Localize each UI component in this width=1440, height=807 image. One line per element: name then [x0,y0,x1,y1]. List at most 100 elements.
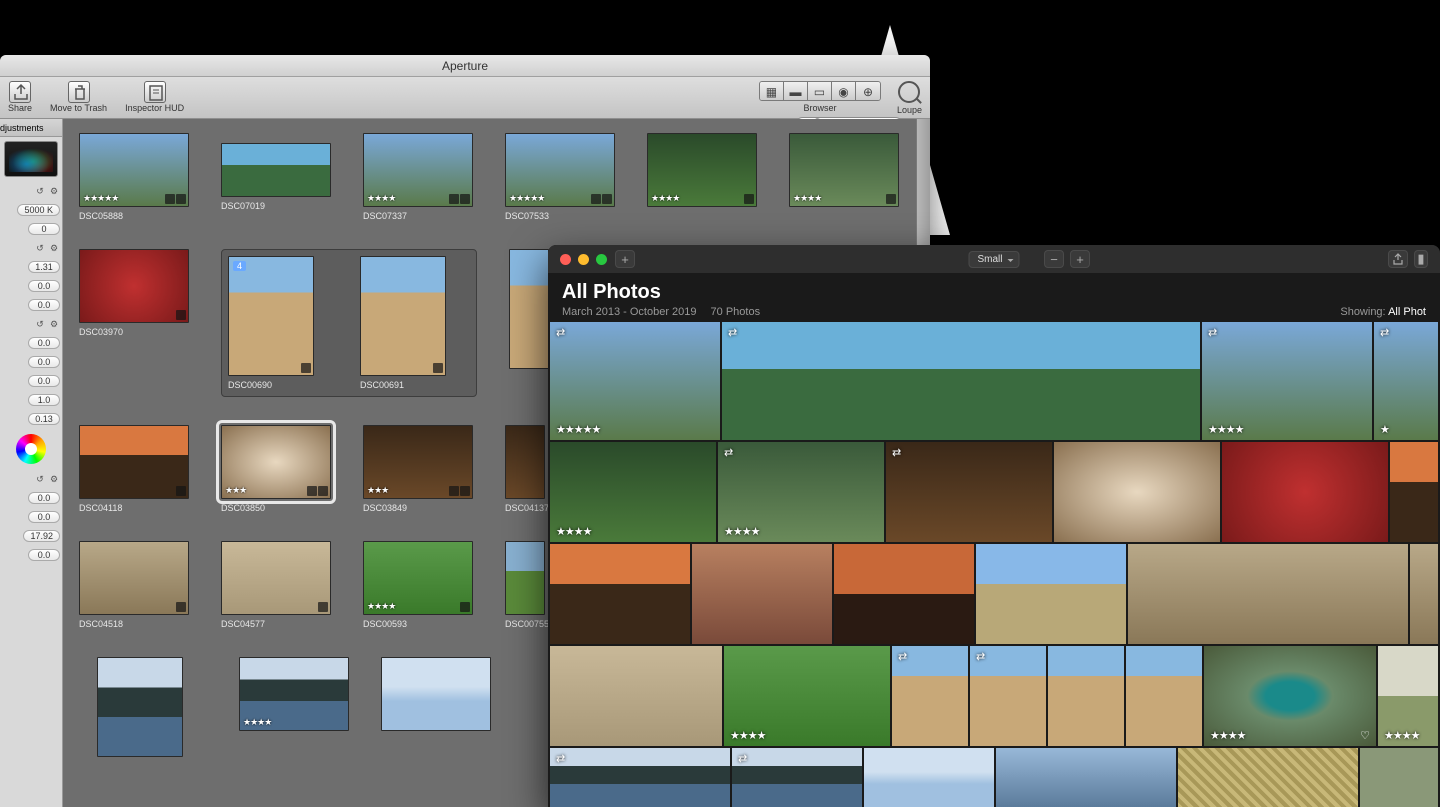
photo-cell[interactable]: ⇄★ [1374,322,1438,440]
zoom-icon[interactable] [596,254,607,265]
photo-cell[interactable] [1128,544,1408,644]
reset-icon[interactable]: ↺ [34,318,46,330]
adj-value[interactable]: 0.0 [28,337,60,349]
gear-icon[interactable]: ⚙ [48,318,60,330]
adjustments-icon: ⇄ [898,650,907,663]
photo-cell[interactable]: ⇄ [892,646,968,746]
adj-value[interactable]: 0 [28,223,60,235]
thumbnail[interactable]: DSC04577 [221,541,331,629]
photo-cell[interactable] [692,544,832,644]
thumbnail[interactable]: ★★★★★DSC07533 [505,133,615,221]
color-wheel[interactable] [16,434,46,464]
photo-cell[interactable] [1178,748,1358,807]
photo-cell[interactable]: ⇄ [732,748,862,807]
filter-status[interactable]: Showing: All Phot [1340,306,1426,318]
thumbnail[interactable]: DSC03970 [79,249,189,337]
add-button[interactable]: + [615,250,635,268]
photo-cell[interactable] [1390,442,1438,542]
favorite-icon[interactable]: ♡ [1360,729,1370,742]
photo-cell[interactable]: ★★★★ [724,646,890,746]
photo-cell[interactable]: ★★★★ [550,442,716,542]
browser-view-segmented[interactable]: ▦ ▬ ▭ ◉ ⊕ [759,81,881,101]
adj-value[interactable]: 0.0 [28,549,60,561]
photo-cell[interactable] [996,748,1176,807]
adj-value[interactable]: 17.92 [23,530,60,542]
share-button[interactable] [1388,250,1408,268]
photo-cell[interactable] [550,544,690,644]
gear-icon[interactable]: ⚙ [48,242,60,254]
photo-cell[interactable] [1054,442,1220,542]
adj-value[interactable]: 0.0 [28,280,60,292]
thumbnail[interactable]: ★★★★DSC00593 [363,541,473,629]
thumbnail[interactable]: ★★★DSC03849 [363,425,473,513]
photo-cell[interactable]: ⇄★★★★★ [550,322,720,440]
photo-cell[interactable]: ⇄★★★★ [718,442,884,542]
adj-value[interactable]: 0.0 [28,299,60,311]
inspector-icon [144,81,166,103]
close-icon[interactable] [560,254,571,265]
thumbnail-stack[interactable]: 4DSC00690 DSC00691 [221,249,477,397]
reset-icon[interactable]: ↺ [34,242,46,254]
filmstrip-view-icon[interactable]: ▬ [784,82,808,101]
share-button[interactable]: Share [8,81,32,113]
photo-cell[interactable] [976,544,1126,644]
thumbnail-selected[interactable]: ★★★DSC03850 [221,425,331,513]
places-view-icon[interactable]: ⊕ [856,82,880,101]
photo-cell[interactable] [1222,442,1388,542]
inspector-hud-button[interactable]: Inspector HUD [125,81,184,113]
adj-value[interactable]: 0.0 [28,492,60,504]
adj-value[interactable]: 1.0 [28,394,60,406]
thumbnail[interactable]: DSC04518 [79,541,189,629]
thumbnail[interactable]: ★★★★★DSC05888 [79,133,189,221]
adj-value[interactable]: 1.31 [28,261,60,273]
grid-view-icon[interactable]: ▦ [760,82,784,101]
minimize-icon[interactable] [578,254,589,265]
photos-grid[interactable]: ⇄★★★★★ ⇄ ⇄★★★★ ⇄★ ★★★★ ⇄★★★★ ⇄ ★★★★ ⇄ ⇄ [548,322,1440,807]
photo-cell[interactable]: ⇄★★★★ [1202,322,1372,440]
adj-value[interactable]: 5000 K [17,204,60,216]
loupe-button[interactable]: Loupe [897,81,922,115]
split-view-icon[interactable]: ▭ [808,82,832,101]
reset-icon[interactable]: ↺ [34,185,46,197]
move-to-trash-button[interactable]: Move to Trash [50,81,107,113]
thumbnail[interactable] [97,657,207,757]
thumbnail-size-dropdown[interactable]: Small [968,251,1019,268]
photo-cell[interactable] [550,646,722,746]
photo-cell[interactable] [864,748,994,807]
photo-cell[interactable] [1048,646,1124,746]
photo-cell[interactable]: ⇄ [550,748,730,807]
adj-value[interactable]: 0.0 [28,375,60,387]
photo-cell[interactable] [1410,544,1438,644]
photo-cell[interactable] [1360,748,1438,807]
zoom-in-button[interactable]: + [1070,250,1090,268]
thumbnail[interactable]: ★★★★DSC07337 [363,133,473,221]
adj-value[interactable]: 0.0 [28,511,60,523]
thumbnail[interactable]: DSC04118 [79,425,189,513]
thumbnail[interactable] [381,657,491,757]
sidebar-toggle-button[interactable]: ▮ [1414,250,1428,268]
photos-titlebar[interactable]: + Small − + ▮ [548,245,1440,273]
photo-cell[interactable]: ⇄ [970,646,1046,746]
photo-cell[interactable] [834,544,974,644]
photo-cell[interactable]: ⇄ [722,322,1200,440]
aperture-titlebar[interactable]: Aperture [0,55,930,77]
faces-view-icon[interactable]: ◉ [832,82,856,101]
thumbnail[interactable]: ★★★★ [647,133,757,221]
reset-icon[interactable]: ↺ [34,473,46,485]
photo-cell[interactable]: ⇄ [886,442,1052,542]
thumbnail[interactable]: DSC07019 [221,133,331,221]
photo-cell[interactable] [1126,646,1202,746]
zoom-out-button[interactable]: − [1044,250,1064,268]
photo-cell[interactable]: ★★★★♡ [1204,646,1376,746]
adjustments-tab[interactable]: djustments [0,119,62,137]
adjustments-panel: djustments ↺⚙ 5000 K 0 ↺⚙ 1.31 0.0 0.0 ↺… [0,119,63,807]
photo-cell[interactable]: ★★★★ [1378,646,1438,746]
adjustments-icon: ⇄ [892,446,901,459]
thumbnail[interactable]: ★★★★ [789,133,899,221]
gear-icon[interactable]: ⚙ [48,473,60,485]
thumbnail[interactable]: ★★★★ [239,657,349,757]
histogram [4,141,58,177]
adj-value[interactable]: 0.13 [28,413,60,425]
adj-value[interactable]: 0.0 [28,356,60,368]
gear-icon[interactable]: ⚙ [48,185,60,197]
